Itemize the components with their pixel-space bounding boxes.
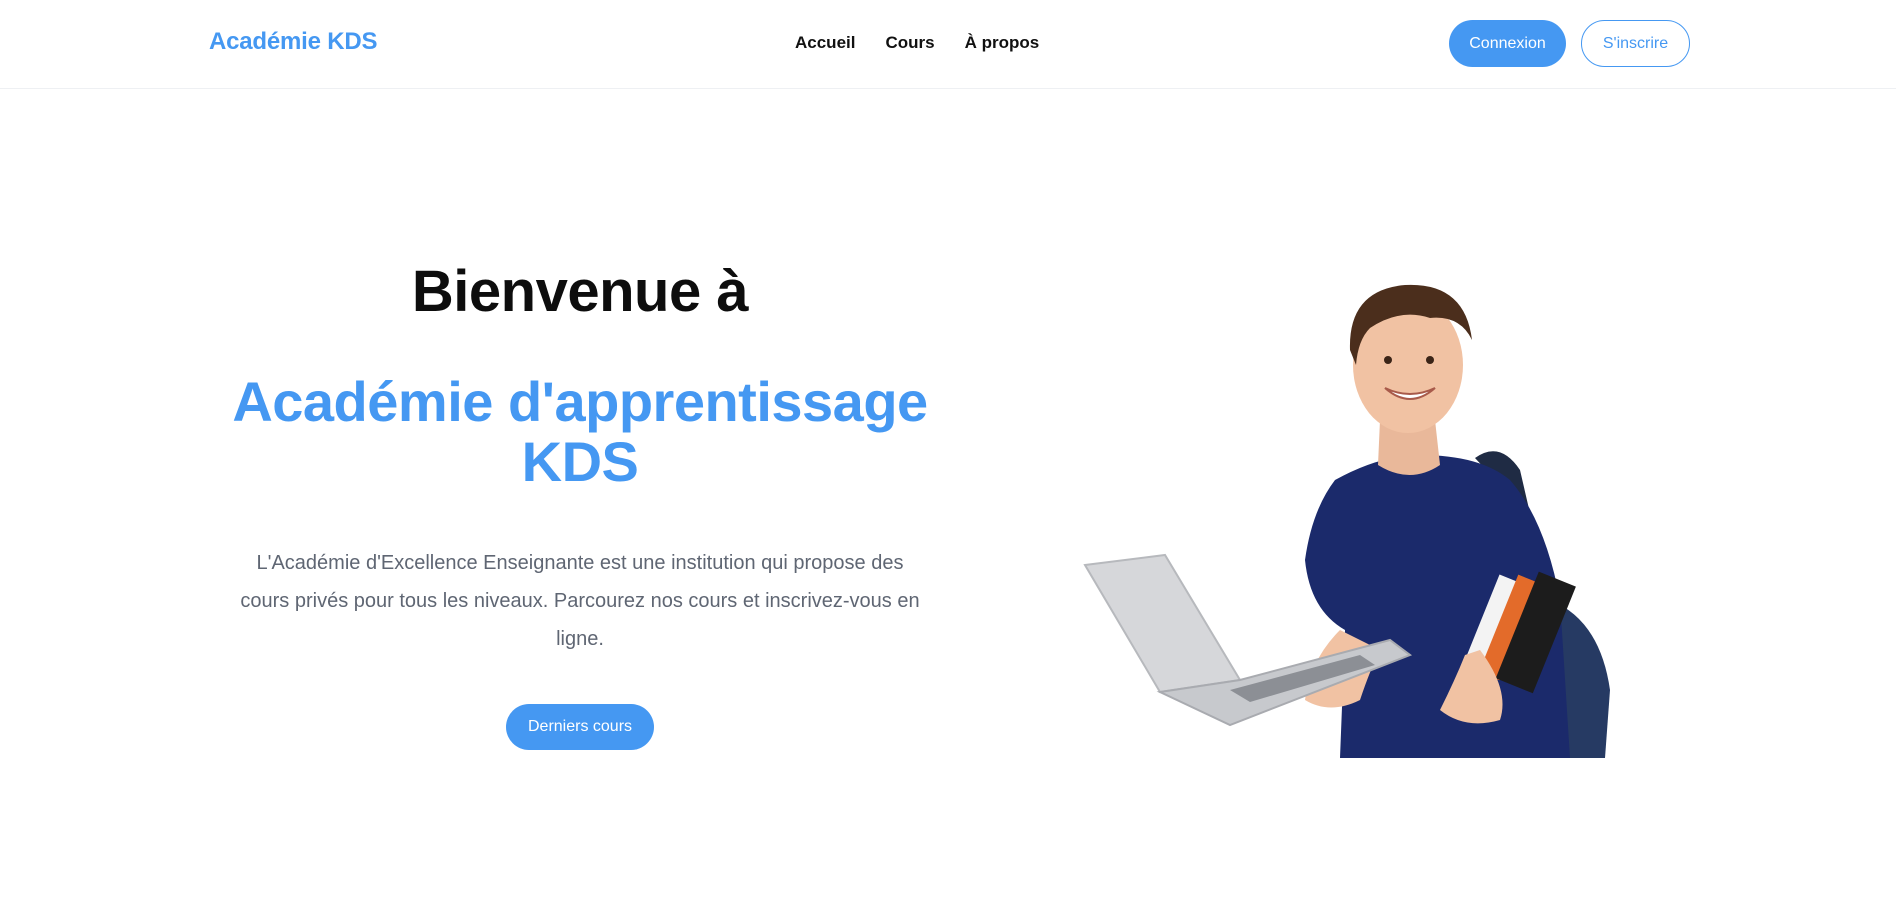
hero-student-image [1080, 270, 1660, 758]
eye-left [1384, 356, 1392, 364]
student-with-laptop-illustration [1083, 284, 1610, 758]
nav-link-accueil[interactable]: Accueil [795, 33, 855, 53]
signup-button[interactable]: S'inscrire [1581, 20, 1690, 67]
hero-description: L'Académie d'Excellence Enseignante est … [240, 552, 920, 650]
navbar: Académie KDS Accueil Cours À propos Conn… [0, 0, 1896, 89]
login-button[interactable]: Connexion [1449, 20, 1566, 67]
eye-right [1426, 356, 1434, 364]
brand-logo[interactable]: Académie KDS [209, 28, 378, 56]
nav-links: Accueil Cours À propos [795, 33, 1039, 53]
nav-link-a-propos[interactable]: À propos [965, 33, 1040, 53]
latest-courses-button[interactable]: Derniers cours [506, 704, 654, 750]
hero-subtitle: Académie d'apprentissage KDS [232, 370, 928, 493]
nav-link-cours[interactable]: Cours [885, 33, 934, 53]
hero-title: Bienvenue à [411, 259, 749, 324]
hero-text: Bienvenue à Académie d'apprentissage KDS… [230, 250, 930, 750]
